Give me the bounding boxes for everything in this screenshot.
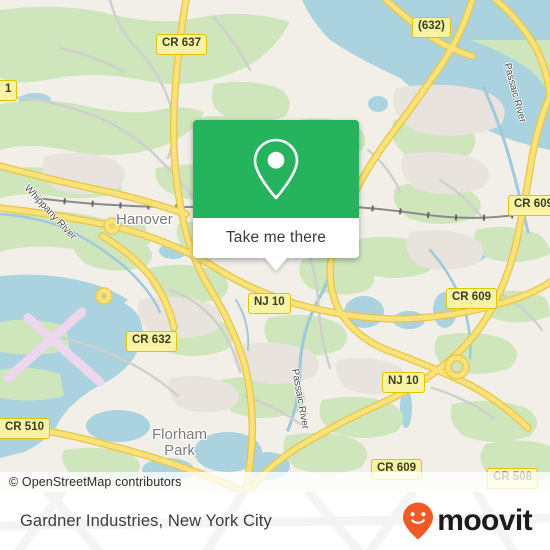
take-me-there-label: Take me there <box>225 229 327 246</box>
moovit-brand[interactable]: moovit <box>401 492 533 550</box>
map-pin-icon <box>253 138 299 200</box>
map-attribution: © OpenStreetMap contributors <box>0 472 550 492</box>
road-shield[interactable]: 1 <box>0 80 18 101</box>
map-screenshot: CR 637 (632) 1 CR 609 NJ 10 CR 609 CR 63… <box>0 0 550 550</box>
place-label-line2: Park <box>164 442 195 459</box>
map-canvas[interactable]: CR 637 (632) 1 CR 609 NJ 10 CR 609 CR 63… <box>0 0 550 492</box>
moovit-wordmark: moovit <box>437 504 532 537</box>
bottom-info-bar: Gardner Industries, New York City moovit <box>0 492 550 550</box>
place-label-line1: Florham <box>152 426 208 443</box>
place-label-hanover: Hanover <box>116 211 173 228</box>
road-shield[interactable]: NJ 10 <box>248 293 291 314</box>
road-shield[interactable]: CR 609 <box>508 195 550 216</box>
road-shield[interactable]: NJ 10 <box>382 372 425 393</box>
moovit-smiley-pin-icon <box>403 502 434 540</box>
road-shield[interactable]: (632) <box>412 17 451 38</box>
location-title: Gardner Industries, New York City <box>20 511 272 530</box>
road-shield[interactable]: CR 637 <box>156 34 207 55</box>
callout-header <box>193 120 359 218</box>
road-shield[interactable]: CR 510 <box>0 418 50 439</box>
road-shield[interactable]: CR 609 <box>446 288 497 309</box>
place-label-florham-park: Florham Park <box>152 427 207 459</box>
callout-footer[interactable]: Take me there <box>193 218 359 271</box>
location-callout-card[interactable]: Take me there <box>193 120 359 271</box>
road-shield[interactable]: CR 632 <box>126 331 177 352</box>
callout-tail <box>265 258 287 271</box>
